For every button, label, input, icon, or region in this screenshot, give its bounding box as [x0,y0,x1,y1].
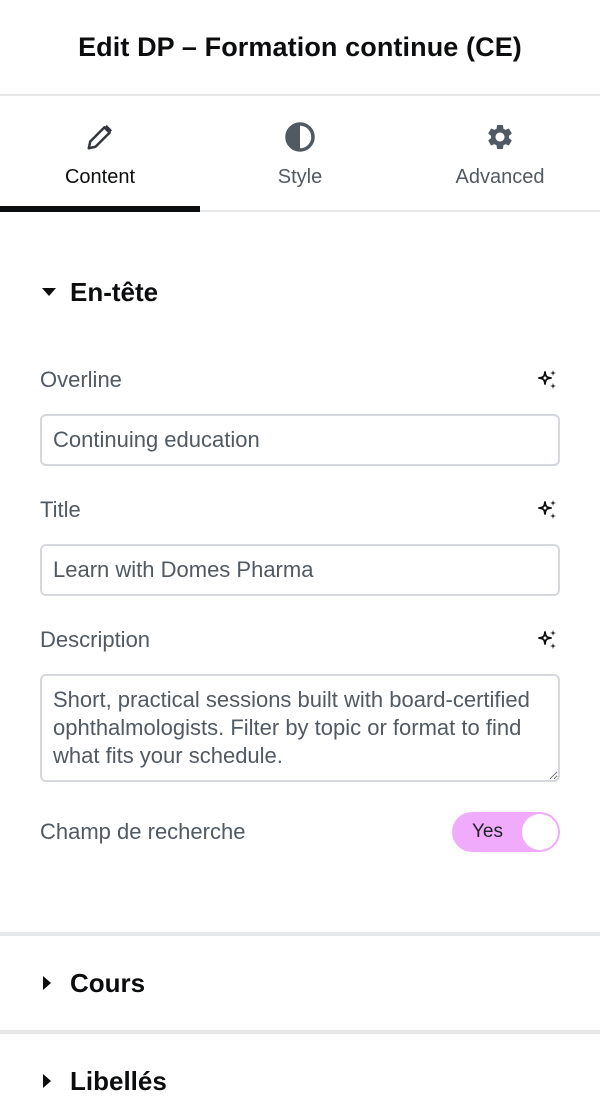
switch-knob [522,814,558,850]
tab-content-label: Content [64,166,136,188]
description-label: Description [40,627,151,652]
switch-state-label: Yes [472,821,503,842]
tab-advanced-label: Advanced [455,166,545,188]
caret-right-icon [40,1071,60,1091]
pencil-icon [84,120,116,154]
overline-label: Overline [40,367,122,392]
section-cours-toggle[interactable]: Cours [0,936,600,1030]
ai-sparkle-icon[interactable] [534,497,560,523]
ai-sparkle-icon[interactable] [534,367,560,393]
description-field: Description Short, practical sessions bu… [40,620,560,782]
caret-down-icon [40,282,60,302]
tab-content[interactable]: Content [0,96,200,212]
tab-style[interactable]: Style [200,96,400,210]
search-field-switch[interactable]: Yes [452,812,560,852]
overline-field: Overline [40,360,560,466]
section-en-tete-toggle[interactable]: En-tête [40,264,560,320]
caret-right-icon [40,973,60,993]
tab-advanced[interactable]: Advanced [400,96,600,210]
panel-header: Edit DP – Formation continue (CE) [0,0,600,96]
section-en-tete: En-tête Overline Title [0,264,600,852]
gear-icon [484,120,516,154]
page-title: Edit DP – Formation continue (CE) [78,31,522,62]
overline-input[interactable] [40,414,560,466]
section-libelles-toggle[interactable]: Libellés [0,1034,600,1116]
ai-sparkle-icon[interactable] [534,627,560,653]
section-libelles-title: Libellés [70,1065,167,1096]
search-field-label: Champ de recherche [40,819,246,844]
title-field: Title [40,490,560,596]
title-label: Title [40,497,81,522]
contrast-icon [284,120,316,154]
description-textarea[interactable]: Short, practical sessions built with boa… [40,674,560,782]
tab-style-label: Style [277,166,323,188]
title-input[interactable] [40,544,560,596]
tab-bar: Content Style Advanced [0,96,600,212]
section-en-tete-title: En-tête [70,276,159,307]
search-field-toggle-row: Champ de recherche Yes [40,812,560,852]
section-cours-title: Cours [70,967,146,998]
